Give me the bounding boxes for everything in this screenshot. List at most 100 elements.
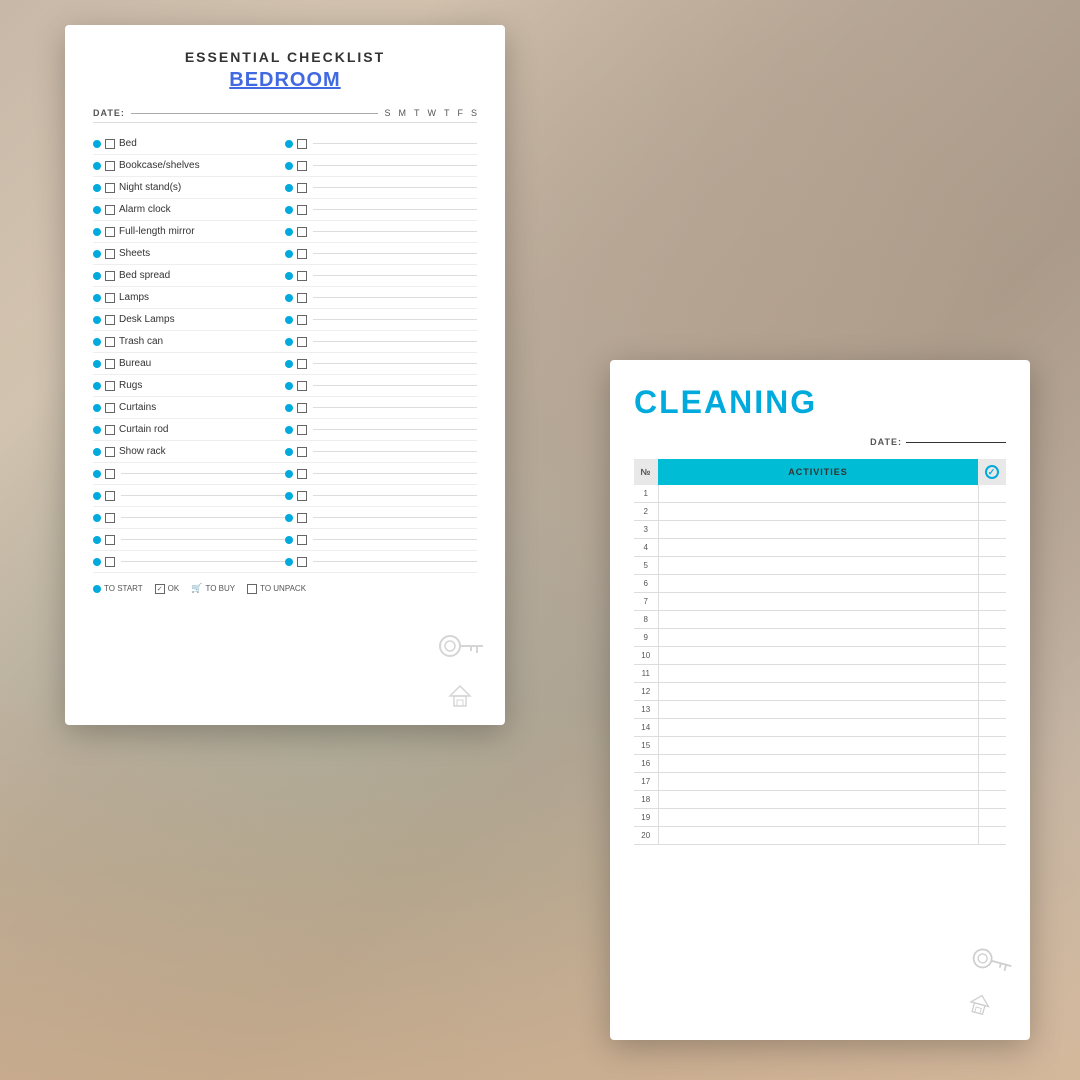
checkbox[interactable] [297, 337, 307, 347]
check-cell[interactable] [978, 665, 1006, 683]
checkbox[interactable] [105, 381, 115, 391]
checkbox[interactable] [105, 293, 115, 303]
checkbox[interactable] [105, 315, 115, 325]
activity-cell[interactable] [658, 611, 978, 629]
legend-to-buy: 🛒 TO BUY [191, 583, 235, 594]
checkbox[interactable] [297, 205, 307, 215]
list-item: Curtain rod [93, 419, 285, 441]
checkbox[interactable] [297, 557, 307, 567]
check-cell[interactable] [978, 521, 1006, 539]
checkbox[interactable] [105, 249, 115, 259]
table-row: 16 [634, 755, 1006, 773]
cleaning-date-label: DATE: [870, 437, 902, 447]
checkbox[interactable] [297, 183, 307, 193]
checkbox[interactable] [297, 403, 307, 413]
row-num: 15 [634, 737, 658, 755]
check-cell[interactable] [978, 557, 1006, 575]
checkbox[interactable] [297, 491, 307, 501]
check-cell[interactable] [978, 593, 1006, 611]
check-cell[interactable] [978, 629, 1006, 647]
check-cell[interactable] [978, 611, 1006, 629]
checkbox[interactable] [105, 491, 115, 501]
activity-cell[interactable] [658, 719, 978, 737]
checkbox[interactable] [105, 403, 115, 413]
check-cell[interactable] [978, 827, 1006, 845]
table-row: 8 [634, 611, 1006, 629]
checkbox[interactable] [297, 513, 307, 523]
table-row: 3 [634, 521, 1006, 539]
checkbox[interactable] [105, 271, 115, 281]
checkbox[interactable] [105, 359, 115, 369]
checkbox[interactable] [297, 249, 307, 259]
activity-cell[interactable] [658, 539, 978, 557]
activity-cell[interactable] [658, 827, 978, 845]
checkbox[interactable] [297, 315, 307, 325]
checkbox[interactable] [105, 337, 115, 347]
activity-cell[interactable] [658, 755, 978, 773]
dot-icon [93, 426, 101, 434]
dot-icon [285, 404, 293, 412]
cleaning-date-line [906, 442, 1006, 443]
activity-cell[interactable] [658, 665, 978, 683]
checkbox[interactable] [105, 227, 115, 237]
checkbox[interactable] [105, 557, 115, 567]
activity-cell[interactable] [658, 593, 978, 611]
checkbox[interactable] [105, 513, 115, 523]
checkbox[interactable] [297, 381, 307, 391]
check-cell[interactable] [978, 539, 1006, 557]
list-item: Full-length mirror [93, 221, 285, 243]
activity-cell[interactable] [658, 557, 978, 575]
activity-cell[interactable] [658, 809, 978, 827]
row-num: 3 [634, 521, 658, 539]
activity-cell[interactable] [658, 701, 978, 719]
check-cell[interactable] [978, 737, 1006, 755]
row-num: 9 [634, 629, 658, 647]
checkbox[interactable] [297, 425, 307, 435]
checkbox[interactable] [297, 139, 307, 149]
row-num: 17 [634, 773, 658, 791]
check-cell[interactable] [978, 683, 1006, 701]
check-cell[interactable] [978, 719, 1006, 737]
checkbox[interactable] [105, 469, 115, 479]
date-row: DATE: S M T W T F S [93, 108, 477, 123]
activity-cell[interactable] [658, 791, 978, 809]
checkbox[interactable] [105, 447, 115, 457]
table-header-num: № [634, 459, 658, 485]
checkbox[interactable] [105, 535, 115, 545]
activity-cell[interactable] [658, 503, 978, 521]
checkbox[interactable] [105, 161, 115, 171]
activity-cell[interactable] [658, 737, 978, 755]
checkbox[interactable] [105, 205, 115, 215]
activity-cell[interactable] [658, 773, 978, 791]
dot-icon [285, 470, 293, 478]
checkbox[interactable] [297, 227, 307, 237]
check-cell[interactable] [978, 791, 1006, 809]
check-cell[interactable] [978, 773, 1006, 791]
checkbox[interactable] [105, 139, 115, 149]
checkbox[interactable] [297, 447, 307, 457]
check-cell[interactable] [978, 647, 1006, 665]
checkbox[interactable] [105, 183, 115, 193]
check-cell[interactable] [978, 485, 1006, 503]
checkbox[interactable] [297, 161, 307, 171]
row-num: 11 [634, 665, 658, 683]
check-cell[interactable] [978, 809, 1006, 827]
activity-cell[interactable] [658, 683, 978, 701]
activity-cell[interactable] [658, 575, 978, 593]
checkbox[interactable] [297, 293, 307, 303]
check-cell[interactable] [978, 575, 1006, 593]
checkbox[interactable] [297, 359, 307, 369]
checkbox[interactable] [105, 425, 115, 435]
activity-cell[interactable] [658, 521, 978, 539]
check-cell[interactable] [978, 503, 1006, 521]
checkbox[interactable] [297, 535, 307, 545]
activity-cell[interactable] [658, 485, 978, 503]
checkbox[interactable] [297, 271, 307, 281]
check-cell[interactable] [978, 701, 1006, 719]
check-cell[interactable] [978, 755, 1006, 773]
activity-cell[interactable] [658, 647, 978, 665]
dot-icon [93, 492, 101, 500]
checkbox[interactable] [297, 469, 307, 479]
dot-icon [285, 448, 293, 456]
activity-cell[interactable] [658, 629, 978, 647]
